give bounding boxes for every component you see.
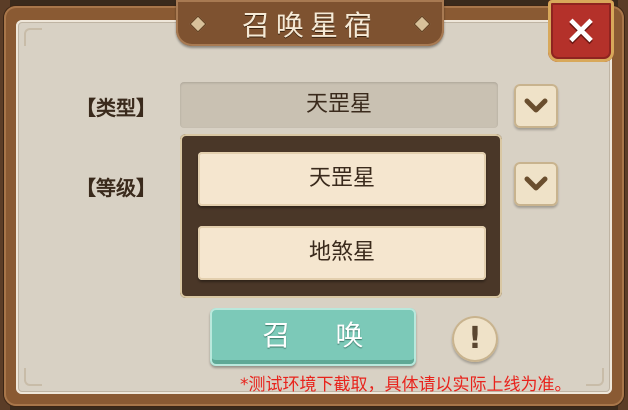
dropdown-option-label: 地煞星 — [308, 240, 375, 265]
info-button[interactable]: ! — [452, 316, 498, 362]
level-dropdown-list: 天罡星 地煞星 — [180, 134, 502, 298]
notice-text: *测试环境下截取，具体请以实际上线为准。 — [240, 375, 572, 395]
level-dropdown-button[interactable] — [514, 162, 558, 206]
type-select-value: 天罡星 — [305, 92, 372, 117]
dropdown-option[interactable]: 地煞星 — [198, 226, 486, 280]
corner-ornament — [24, 28, 42, 46]
type-dropdown-button[interactable] — [514, 84, 558, 128]
type-label: 【类型】 — [76, 96, 156, 120]
chevron-down-icon — [524, 98, 548, 113]
dropdown-option-label: 天罡星 — [308, 166, 375, 191]
close-icon: × — [564, 7, 598, 53]
dialog-title: 召唤星宿 — [241, 9, 378, 42]
dropdown-option[interactable]: 天罡星 — [198, 152, 486, 206]
title-banner: 召唤星宿 — [176, 0, 444, 46]
close-button[interactable]: × — [548, 0, 614, 62]
summon-button[interactable]: 召 唤 — [210, 308, 416, 366]
chevron-down-icon — [524, 176, 548, 191]
summon-button-label: 召 唤 — [262, 319, 382, 352]
level-label: 【等级】 — [76, 176, 156, 200]
exclamation-icon: ! — [468, 321, 482, 356]
type-select[interactable]: 天罡星 — [180, 82, 498, 128]
corner-ornament — [24, 368, 42, 386]
